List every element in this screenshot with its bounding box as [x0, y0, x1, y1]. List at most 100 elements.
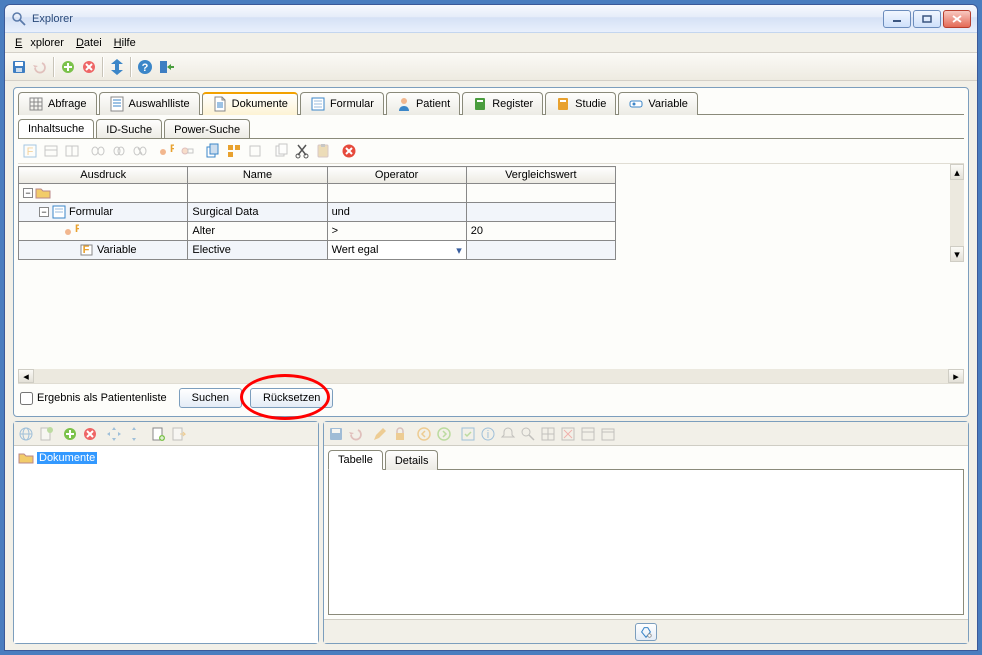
close-button[interactable] [943, 10, 971, 28]
copy-icon[interactable] [273, 143, 289, 159]
add-icon[interactable] [62, 426, 78, 442]
query-row[interactable]: F Alter > 20 [19, 222, 616, 241]
grid-icon[interactable] [580, 426, 596, 442]
cell-wert[interactable]: 20 [466, 222, 615, 241]
tab-inhaltsuche[interactable]: Inhaltsuche [18, 119, 94, 139]
horizontal-scrollbar[interactable]: ◂ ▸ [18, 369, 964, 383]
tab-auswahlliste[interactable]: Auswahlliste [99, 92, 200, 115]
tab-details[interactable]: Details [385, 450, 439, 470]
add-icon[interactable] [60, 59, 76, 75]
lock-icon[interactable] [392, 426, 408, 442]
export-icon[interactable] [170, 426, 186, 442]
query-row[interactable]: − [19, 184, 616, 203]
title-bar: Explorer [5, 5, 977, 33]
cell-name[interactable] [188, 184, 327, 203]
delete-icon[interactable] [81, 59, 97, 75]
insert-form-icon[interactable]: F [22, 143, 38, 159]
collapse-icon[interactable]: − [23, 188, 33, 198]
menu-explorer[interactable]: Explorer [11, 35, 68, 51]
reset-button[interactable]: Rücksetzen [250, 388, 333, 408]
forward-icon[interactable] [436, 426, 452, 442]
undo-icon[interactable] [32, 59, 48, 75]
col-ausdruck[interactable]: Ausdruck [19, 167, 188, 184]
cell-wert[interactable] [466, 184, 615, 203]
refresh-icon[interactable] [109, 59, 125, 75]
menu-datei[interactable]: Datei [72, 35, 106, 51]
cell-operator[interactable]: und [327, 203, 466, 222]
query-row[interactable]: − Formular Surgical Data und [19, 203, 616, 222]
bell-icon[interactable] [500, 426, 516, 442]
link-icon[interactable] [111, 143, 127, 159]
move-icon[interactable] [126, 426, 142, 442]
tool-icon[interactable] [43, 143, 59, 159]
new-icon[interactable] [38, 426, 54, 442]
result-as-patientlist-checkbox[interactable]: Ergebnis als Patientenliste [20, 392, 167, 405]
copy-icon[interactable] [205, 143, 221, 159]
cell-wert[interactable] [466, 241, 615, 260]
col-vergleichswert[interactable]: Vergleichswert [466, 167, 615, 184]
tree-area[interactable]: Dokumente [14, 446, 318, 643]
delete-icon[interactable] [82, 426, 98, 442]
cell-name[interactable]: Surgical Data [188, 203, 327, 222]
cut-icon[interactable] [294, 143, 310, 159]
field-f-icon[interactable]: F [158, 143, 174, 159]
tab-power-suche[interactable]: Power-Suche [164, 119, 250, 139]
link-icon[interactable] [132, 143, 148, 159]
search-button[interactable]: Suchen [179, 388, 242, 408]
scroll-left-icon[interactable]: ◂ [18, 369, 34, 383]
scroll-right-icon[interactable]: ▸ [948, 369, 964, 383]
tool-icon[interactable] [247, 143, 263, 159]
help-icon[interactable]: ? [137, 59, 153, 75]
scroll-up-icon[interactable]: ▴ [950, 164, 964, 180]
patient-icon [396, 96, 412, 112]
calendar-icon[interactable] [600, 426, 616, 442]
maximize-button[interactable] [913, 10, 941, 28]
link-icon[interactable] [90, 143, 106, 159]
tab-id-suche[interactable]: ID-Suche [96, 119, 162, 139]
col-operator[interactable]: Operator [327, 167, 466, 184]
tab-patient[interactable]: Patient [386, 92, 460, 115]
info-icon[interactable]: i [480, 426, 496, 442]
checkbox-input[interactable] [20, 392, 33, 405]
delete-row-icon[interactable] [341, 143, 357, 159]
group-icon[interactable] [226, 143, 242, 159]
col-name[interactable]: Name [188, 167, 327, 184]
scroll-down-icon[interactable]: ▾ [950, 246, 964, 262]
save-icon[interactable] [328, 426, 344, 442]
import-icon[interactable] [150, 426, 166, 442]
query-row[interactable]: F Variable Elective Wert egal ▾ [19, 241, 616, 260]
tab-formular[interactable]: Formular [300, 92, 384, 115]
menu-hilfe[interactable]: Hilfe [110, 35, 140, 51]
tool-icon[interactable] [64, 143, 80, 159]
paste-icon[interactable] [315, 143, 331, 159]
save-icon[interactable] [11, 59, 27, 75]
collapse-icon[interactable]: − [39, 207, 49, 217]
search-icon[interactable] [520, 426, 536, 442]
tab-register[interactable]: Register [462, 92, 543, 115]
vertical-scrollbar[interactable]: ▴ ▾ [950, 164, 964, 262]
field-icon[interactable] [179, 143, 195, 159]
undo-icon[interactable] [348, 426, 364, 442]
tree-node-dokumente[interactable]: Dokumente [18, 450, 314, 466]
cell-operator[interactable]: > [327, 222, 466, 241]
tab-variable[interactable]: Variable [618, 92, 698, 115]
exit-icon[interactable] [158, 59, 174, 75]
globe-icon[interactable] [18, 426, 34, 442]
edit-icon[interactable] [372, 426, 388, 442]
tab-dokumente[interactable]: Dokumente [202, 92, 298, 115]
cell-operator[interactable] [327, 184, 466, 203]
cell-operator-dropdown[interactable]: Wert egal ▾ [327, 241, 466, 260]
cell-name[interactable]: Alter [188, 222, 327, 241]
grid-icon[interactable] [540, 426, 556, 442]
tab-tabelle[interactable]: Tabelle [328, 450, 383, 470]
tab-abfrage[interactable]: Abfrage [18, 92, 97, 115]
move-icon[interactable] [106, 426, 122, 442]
clear-filter-button[interactable] [635, 623, 657, 641]
grid-delete-icon[interactable] [560, 426, 576, 442]
task-icon[interactable] [460, 426, 476, 442]
cell-wert[interactable] [466, 203, 615, 222]
tab-studie[interactable]: Studie [545, 92, 616, 115]
back-icon[interactable] [416, 426, 432, 442]
cell-name[interactable]: Elective [188, 241, 327, 260]
minimize-button[interactable] [883, 10, 911, 28]
